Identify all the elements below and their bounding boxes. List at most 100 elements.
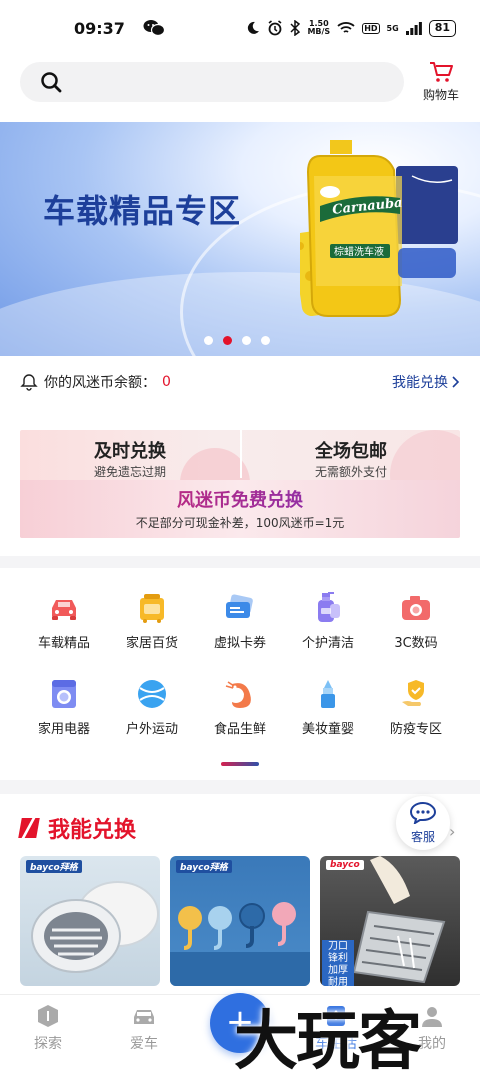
shrimp-icon xyxy=(225,681,251,708)
cart-icon xyxy=(430,62,453,82)
banner-carousel[interactable]: 车载精品专区 Carnauba 棕蜡洗车液 xyxy=(0,122,480,356)
category-personal-care[interactable]: 个护清洁 xyxy=(284,588,372,658)
nav-explore[interactable]: 探索 xyxy=(0,995,96,1072)
nav-my-car[interactable]: 爱车 xyxy=(96,995,192,1072)
category-label: 3C数码 xyxy=(394,636,438,651)
product-card[interactable]: bayco拜格 xyxy=(20,856,160,986)
promo-banner[interactable]: 及时兑换 避免遗忘过期 全场包邮 无需额外支付 风迷币免费兑换 不足部分可现金补… xyxy=(20,430,460,538)
product-card[interactable]: bayco 刀口锋利 加厚 耐用 xyxy=(320,856,460,986)
status-icons: 1.50 MB/S HD 5G 81 xyxy=(246,19,456,37)
header: 购物车 xyxy=(0,56,480,122)
section-accent-icon xyxy=(18,818,40,838)
exchangeable-section: 我能兑换 客服 › bayco拜格 bayco拜格 bayco 刀口锋利 加厚 … xyxy=(0,794,480,994)
category-home-appliances[interactable]: 家用电器 xyxy=(20,674,108,744)
signal-icon xyxy=(405,21,422,35)
chat-icon xyxy=(410,802,436,824)
status-bar: 09:37 1.50 MB/S HD 5G 81 xyxy=(0,0,480,56)
network-type: 5G xyxy=(386,23,399,33)
product-name-text: 棕蜡洗车液 xyxy=(334,245,384,258)
category-virtual-coupons[interactable]: 虚拟卡券 xyxy=(196,588,284,658)
category-label: 家用电器 xyxy=(37,722,90,737)
moon-icon xyxy=(248,21,260,34)
category-label: 虚拟卡券 xyxy=(213,636,266,651)
chevron-right-icon[interactable]: › xyxy=(449,822,455,841)
chevron-right-icon xyxy=(452,376,460,388)
promo-main-title: 风迷币免费兑换 xyxy=(20,486,460,512)
balance-label: 你的风迷币余额： xyxy=(44,375,156,391)
car-icon xyxy=(52,600,76,620)
carousel-dot-active[interactable] xyxy=(223,336,232,345)
carousel-dot[interactable] xyxy=(204,336,213,345)
bell-icon xyxy=(20,374,38,391)
carousel-dot[interactable] xyxy=(242,336,251,345)
category-3c-digital[interactable]: 3C数码 xyxy=(372,588,460,658)
exchange-link-label: 我能兑换 xyxy=(392,375,448,391)
section-title: 我能兑换 xyxy=(48,818,137,843)
lipstick-icon xyxy=(321,680,335,708)
soap-dish-image xyxy=(31,881,159,973)
category-label: 车载精品 xyxy=(37,636,90,651)
camera-icon xyxy=(402,596,430,620)
coupon-icon xyxy=(226,594,253,618)
explore-icon xyxy=(38,1005,58,1027)
car-nav-icon xyxy=(134,1010,154,1024)
promo-right-title: 全场包邮 xyxy=(315,441,387,462)
category-label: 户外运动 xyxy=(125,722,178,737)
category-car-accessories[interactable]: 车载精品 xyxy=(20,588,108,658)
category-grid: 车载精品 家居百货 虚拟卡券 个护清洁 3C数码 家用电器 户外运动 食品生鲜 xyxy=(20,588,460,744)
hd-badge: HD xyxy=(362,22,380,34)
promo-right-sub: 无需额外支付 xyxy=(314,465,387,479)
product-bottle-image: Carnauba 棕蜡洗车液 xyxy=(300,140,458,317)
customer-service-button[interactable]: 客服 xyxy=(396,796,450,850)
product-list: bayco拜格 bayco拜格 bayco 刀口锋利 加厚 耐用 xyxy=(20,856,460,986)
ball-icon xyxy=(138,680,166,708)
search-input[interactable] xyxy=(20,62,404,102)
nav-label: 我的 xyxy=(418,1036,446,1052)
category-label: 美妆童婴 xyxy=(301,722,354,737)
product-card[interactable]: bayco拜格 xyxy=(170,856,310,986)
net-speed-unit: MB/S xyxy=(307,27,331,36)
promo-left-title: 及时兑换 xyxy=(94,441,166,462)
promo-free-shipping: 全场包邮 无需额外支付 xyxy=(240,430,460,479)
category-epidemic-prevention[interactable]: 防疫专区 xyxy=(372,674,460,744)
promo-timely-exchange: 及时兑换 避免遗忘过期 xyxy=(20,430,240,479)
category-fresh-food[interactable]: 食品生鲜 xyxy=(196,674,284,744)
nav-label: 探索 xyxy=(34,1036,62,1052)
category-grid-section: 车载精品 家居百货 虚拟卡券 个护清洁 3C数码 家用电器 户外运动 食品生鲜 xyxy=(0,568,480,780)
coin-balance-row: 你的风迷币余额： 0 我能兑换 xyxy=(0,356,480,408)
category-label: 家居百货 xyxy=(125,636,178,651)
promo-free-exchange: 风迷币免费兑换 不足部分可现金补差，100风迷币=1元 xyxy=(20,480,460,538)
net-speed: 1.50 MB/S xyxy=(307,20,330,36)
carousel-indicator xyxy=(204,336,270,345)
promo-main-note: 不足部分可现金补差，100风迷币=1元 xyxy=(135,516,345,530)
balance-value: 0 xyxy=(162,374,171,390)
category-label: 防疫专区 xyxy=(389,722,442,737)
category-outdoor-sports[interactable]: 户外运动 xyxy=(108,674,196,744)
nav-label: 爱车 xyxy=(130,1036,158,1052)
carousel-dot[interactable] xyxy=(261,336,270,345)
cleaning-icon xyxy=(318,592,340,622)
exchange-link[interactable]: 我能兑换 xyxy=(392,372,460,392)
banner-title: 车载精品专区 xyxy=(43,192,242,230)
washer-icon xyxy=(52,680,76,708)
promo-section: 及时兑换 避免遗忘过期 全场包邮 无需额外支付 风迷币免费兑换 不足部分可现金补… xyxy=(0,408,480,556)
category-label: 食品生鲜 xyxy=(213,722,266,737)
household-icon xyxy=(140,594,164,623)
wifi-icon xyxy=(337,22,355,33)
category-page-indicator xyxy=(221,762,259,766)
customer-service-label: 客服 xyxy=(410,830,435,844)
status-time: 09:37 xyxy=(74,18,125,38)
watermark-text: 大玩客 xyxy=(234,1004,422,1072)
category-beauty-baby[interactable]: 美妆童婴 xyxy=(284,674,372,744)
category-household[interactable]: 家居百货 xyxy=(108,588,196,658)
cart-button[interactable]: 购物车 xyxy=(414,60,468,103)
wall-hooks-image xyxy=(170,902,310,986)
category-label: 个护清洁 xyxy=(301,636,354,651)
battery-indicator: 81 xyxy=(428,19,456,37)
alarm-icon xyxy=(268,20,282,36)
wechat-icon xyxy=(143,20,165,37)
hand-shield-icon xyxy=(402,680,424,706)
cart-label: 购物车 xyxy=(422,88,459,102)
product-feature-tag: 刀口锋利 加厚 耐用 xyxy=(322,940,354,986)
bluetooth-icon xyxy=(290,20,301,36)
